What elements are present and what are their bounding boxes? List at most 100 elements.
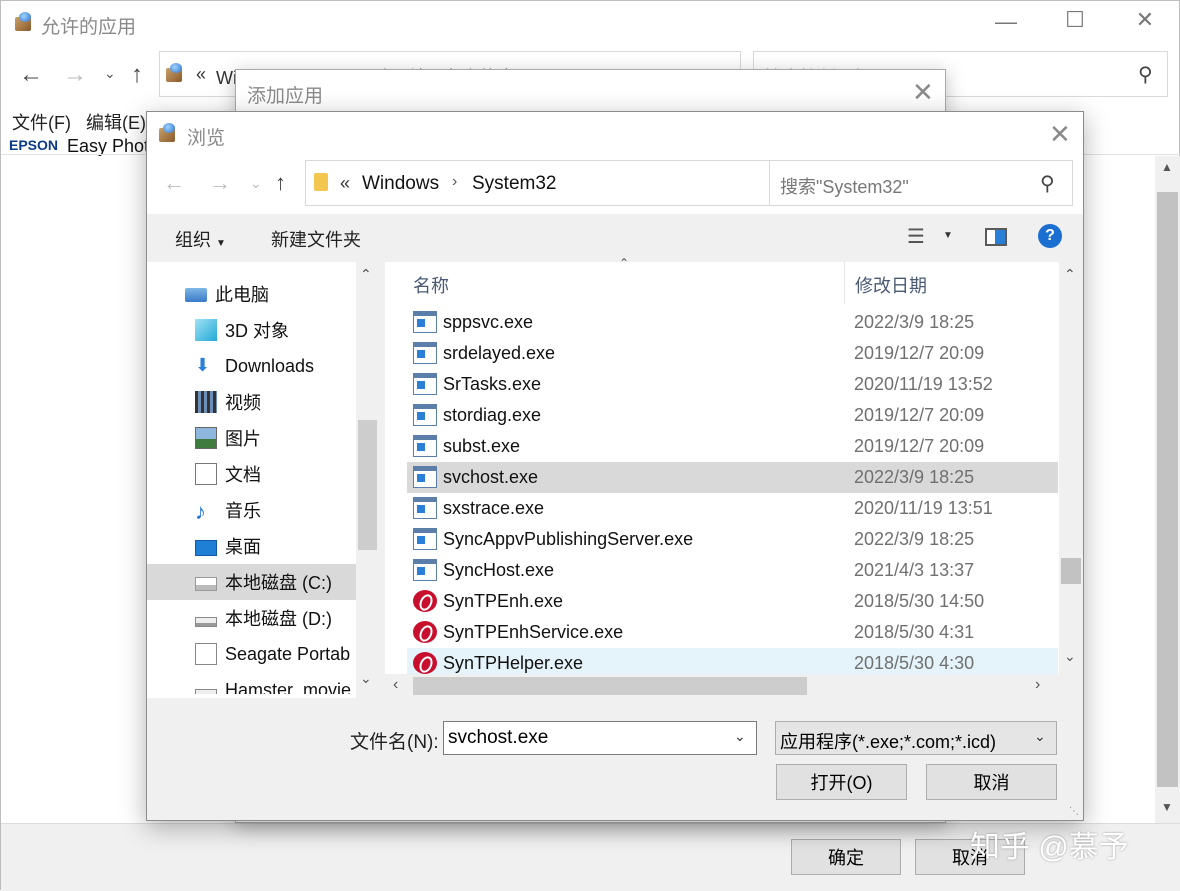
- file-row[interactable]: SrTasks.exe 2020/11/19 13:52: [407, 369, 1058, 400]
- filename-dropdown-chevron-icon[interactable]: ⌄: [734, 728, 746, 745]
- search-icon[interactable]: ⚲: [1040, 171, 1055, 196]
- search-icon[interactable]: ⚲: [1138, 62, 1153, 87]
- breadcrumb-windows[interactable]: Windows: [362, 173, 439, 195]
- exe-app-icon: [413, 311, 437, 333]
- filename-input[interactable]: svchost.exe ⌄: [443, 721, 757, 755]
- up-icon[interactable]: ↑: [131, 61, 143, 89]
- tree-item[interactable]: Seagate Portab: [147, 636, 357, 672]
- forward-icon[interactable]: →: [63, 61, 87, 89]
- tree-scroll-thumb[interactable]: [358, 420, 377, 550]
- file-row[interactable]: SynTPEnhService.exe 2018/5/30 4:31: [407, 617, 1058, 648]
- tree-item[interactable]: ⬇ Downloads: [147, 348, 357, 384]
- file-row[interactable]: SyncHost.exe 2021/4/3 13:37: [407, 555, 1058, 586]
- file-row[interactable]: sppsvc.exe 2022/3/9 18:25: [407, 307, 1058, 338]
- file-date: 2018/5/30 4:31: [854, 622, 975, 642]
- forward-icon[interactable]: →: [209, 170, 231, 196]
- file-date: 2022/3/9 18:25: [854, 312, 975, 332]
- view-options-dropdown-icon[interactable]: ▼: [943, 230, 953, 241]
- view-options-icon[interactable]: ☰: [907, 224, 925, 249]
- tree-item[interactable]: 此电脑: [147, 276, 357, 312]
- file-name: SynTPEnh.exe: [443, 591, 564, 611]
- tree-item[interactable]: 本地磁盘 (D:): [147, 600, 357, 636]
- tree-item[interactable]: 图片: [147, 420, 357, 456]
- browse-titlebar: [147, 112, 1083, 156]
- tree-item-label: 文档: [225, 465, 261, 485]
- search-box[interactable]: 搜索"System32" ⚲: [769, 160, 1073, 206]
- video-icon: [195, 391, 217, 413]
- column-header-date[interactable]: 修改日期: [855, 272, 927, 298]
- tree-item[interactable]: ♪ 音乐: [147, 492, 357, 528]
- help-icon[interactable]: ?: [1038, 224, 1062, 248]
- file-date: 2022/3/9 18:25: [854, 467, 975, 487]
- recent-locations-chevron-icon[interactable]: ⌄: [104, 65, 116, 82]
- scroll-up-icon[interactable]: ▲: [1161, 160, 1173, 174]
- folder-icon: [314, 173, 328, 191]
- scroll-up-icon[interactable]: ⌃: [360, 266, 372, 283]
- file-name: SynTPEnhService.exe: [443, 622, 624, 642]
- file-name: stordiag.exe: [443, 405, 542, 425]
- preview-pane-icon[interactable]: [985, 228, 1007, 246]
- bg-scroll-thumb[interactable]: [1157, 192, 1178, 787]
- column-divider[interactable]: [844, 262, 845, 304]
- recent-locations-chevron-icon[interactable]: ⌄: [250, 175, 262, 192]
- breadcrumb-separator-icon: ›: [452, 173, 458, 190]
- tree-item[interactable]: 3D 对象: [147, 312, 357, 348]
- close-window-icon[interactable]: ✕: [1125, 7, 1165, 33]
- scroll-down-icon[interactable]: ▼: [1161, 800, 1173, 814]
- exe-app-icon: [413, 373, 437, 395]
- tree-item-label: 此电脑: [215, 285, 269, 305]
- tree-item[interactable]: 本地磁盘 (C:): [147, 564, 357, 600]
- new-folder-button[interactable]: 新建文件夹: [271, 226, 361, 252]
- maximize-icon[interactable]: ☐: [1055, 7, 1095, 33]
- tree-item-label: Seagate Portab: [225, 643, 351, 664]
- scroll-down-icon[interactable]: ⌄: [1064, 648, 1076, 665]
- ok-button[interactable]: 确定: [791, 839, 901, 875]
- tree-scrollbar[interactable]: ⌃ ⌄: [356, 262, 379, 698]
- file-row[interactable]: SyncAppvPublishingServer.exe 2022/3/9 18:…: [407, 524, 1058, 555]
- back-icon[interactable]: ←: [19, 61, 43, 89]
- file-row[interactable]: subst.exe 2019/12/7 20:09: [407, 431, 1058, 462]
- file-list-horizontal-scrollbar[interactable]: ‹ ›: [385, 674, 1083, 698]
- file-row[interactable]: sxstrace.exe 2020/11/19 13:51: [407, 493, 1058, 524]
- filetype-dropdown-chevron-icon[interactable]: ⌄: [1034, 728, 1046, 745]
- tree-item[interactable]: 桌面: [147, 528, 357, 564]
- minimize-icon[interactable]: —: [986, 9, 1026, 35]
- document-icon: [195, 463, 217, 485]
- download-arrow-icon: ⬇: [195, 355, 211, 375]
- cancel-button[interactable]: 取消: [926, 764, 1057, 800]
- file-row[interactable]: srdelayed.exe 2019/12/7 20:09: [407, 338, 1058, 369]
- menu-file[interactable]: 文件(F): [12, 109, 71, 135]
- file-date: 2018/5/30 4:30: [854, 653, 975, 673]
- up-icon[interactable]: ↑: [275, 170, 286, 196]
- filetype-select[interactable]: 应用程序(*.exe;*.com;*.icd) ⌄: [775, 721, 1057, 755]
- open-button[interactable]: 打开(O): [776, 764, 907, 800]
- tree-item[interactable]: 视频: [147, 384, 357, 420]
- scroll-right-icon[interactable]: ›: [1035, 676, 1040, 694]
- file-row[interactable]: stordiag.exe 2019/12/7 20:09: [407, 400, 1058, 431]
- file-row[interactable]: SynTPEnh.exe 2018/5/30 14:50: [407, 586, 1058, 617]
- column-header-name[interactable]: 名称: [413, 272, 449, 298]
- tree-item[interactable]: 文档: [147, 456, 357, 492]
- menu-edit[interactable]: 编辑(E): [86, 109, 146, 135]
- scroll-up-icon[interactable]: ⌃: [1064, 266, 1076, 283]
- close-icon[interactable]: ✕: [1049, 121, 1071, 147]
- horizontal-scroll-thumb[interactable]: [413, 677, 807, 695]
- breadcrumb-system32[interactable]: System32: [472, 173, 556, 195]
- organize-button[interactable]: 组织 ▼: [175, 226, 226, 252]
- resize-grip-icon[interactable]: ⋱: [1069, 806, 1079, 817]
- scroll-down-icon[interactable]: ⌄: [360, 670, 372, 687]
- file-row[interactable]: SynTPHelper.exe 2018/5/30 4:30: [407, 648, 1058, 676]
- scroll-left-icon[interactable]: ‹: [393, 676, 398, 694]
- firewall-app-icon: [157, 122, 179, 144]
- synaptics-app-icon: [413, 590, 437, 612]
- file-list-vertical-scrollbar[interactable]: ⌃ ⌄: [1059, 262, 1083, 674]
- file-row[interactable]: svchost.exe 2022/3/9 18:25: [407, 462, 1058, 493]
- file-name: SyncAppvPublishingServer.exe: [443, 529, 694, 549]
- tree-item[interactable]: Hamster_movie: [147, 672, 357, 694]
- file-list-scroll-thumb[interactable]: [1061, 558, 1081, 584]
- back-icon[interactable]: ←: [163, 170, 185, 196]
- exe-app-icon: [413, 497, 437, 519]
- bg-vertical-scrollbar[interactable]: ▲ ▼: [1155, 156, 1180, 824]
- close-icon[interactable]: ✕: [912, 79, 934, 105]
- exe-app-icon: [413, 466, 437, 488]
